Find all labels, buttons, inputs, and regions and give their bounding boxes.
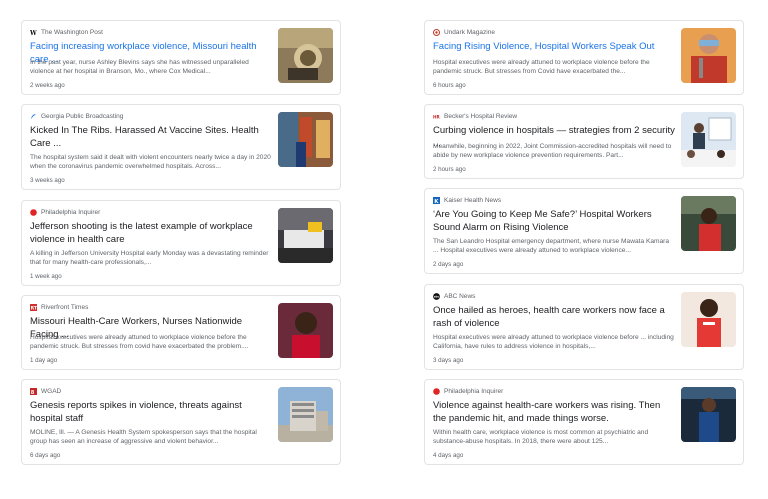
source-row: HR Becker's Hospital Review	[433, 113, 517, 120]
article-thumbnail[interactable]	[278, 387, 333, 442]
svg-text:W: W	[30, 30, 37, 36]
news-card[interactable]: RT Riverfront Times Missouri Health-Care…	[21, 295, 341, 370]
snippet: In the past year, nurse Ashley Blevins s…	[30, 59, 249, 75]
news-card[interactable]: Philadelphia Inquirer Jefferson shooting…	[21, 200, 341, 286]
published-time: 6 days ago	[30, 452, 61, 459]
source-name: Philadelphia Inquirer	[41, 209, 101, 216]
source-row: K Kaiser Health News	[433, 197, 502, 205]
article-thumbnail[interactable]	[681, 28, 736, 83]
headline-link[interactable]: Facing Rising Violence, Hospital Workers…	[433, 41, 675, 54]
published-time: 6 hours ago	[433, 82, 466, 89]
published-time: 3 weeks ago	[30, 177, 65, 184]
svg-text:abc: abc	[434, 295, 440, 299]
source-name: ABC News	[444, 293, 476, 300]
source-name: Undark Magazine	[444, 29, 495, 36]
news-card[interactable]: Georgia Public Broadcasting Kicked In Th…	[21, 104, 341, 190]
source-row: Georgia Public Broadcasting	[30, 113, 123, 120]
article-thumbnail[interactable]	[681, 292, 736, 347]
source-name: Becker's Hospital Review	[444, 113, 518, 120]
snippet: The hospital system said it dealt with v…	[30, 154, 271, 170]
snippet: Meanwhile, beginning in 2022, Joint Comm…	[433, 143, 672, 159]
philadelphia-inquirer-logo-icon	[30, 209, 37, 216]
source-name: Georgia Public Broadcasting	[41, 113, 124, 120]
published-time: 2 days ago	[433, 261, 464, 268]
published-time: 2 weeks ago	[30, 82, 65, 89]
beckers-logo-icon: HR	[433, 113, 441, 120]
source-name: Philadelphia Inquirer	[444, 388, 504, 395]
source-name: Riverfront Times	[41, 304, 89, 311]
published-time: 1 week ago	[30, 273, 62, 280]
news-card[interactable]: HR Becker's Hospital Review Curbing viol…	[424, 104, 744, 179]
article-thumbnail[interactable]	[278, 28, 333, 83]
headline-link[interactable]: Violence against health-care workers was…	[433, 400, 675, 425]
snippet: A killing in Jefferson University Hospit…	[30, 250, 269, 266]
article-thumbnail[interactable]	[278, 112, 333, 167]
washington-post-logo-icon: W	[29, 29, 37, 37]
headline-link[interactable]: Jefferson shooting is the latest example…	[30, 221, 272, 246]
abc-news-logo-icon: abc	[433, 293, 440, 300]
snippet: Hospital executives were already attuned…	[433, 59, 650, 75]
snippet: Hospital executives were already attuned…	[433, 334, 674, 350]
snippet: Within health care, workplace violence i…	[433, 429, 649, 445]
news-card[interactable]: Philadelphia Inquirer Violence against h…	[424, 379, 744, 465]
snippet: The San Leandro Hospital emergency depar…	[433, 238, 670, 254]
article-thumbnail[interactable]	[278, 303, 333, 358]
news-card[interactable]: K Kaiser Health News ‘Are You Going to K…	[424, 188, 744, 274]
news-card[interactable]: W The Washington Post Facing increasing …	[21, 20, 341, 95]
headline-link[interactable]: Genesis reports spikes in violence, thre…	[30, 400, 272, 425]
headline-link[interactable]: ‘Are You Going to Keep Me Safe?’ Hospita…	[433, 209, 675, 234]
source-row: W The Washington Post	[29, 29, 103, 37]
wqad-logo-icon: 8	[30, 388, 37, 396]
philadelphia-inquirer-logo-icon	[433, 388, 440, 395]
gpb-logo-icon	[30, 113, 37, 120]
headline-link[interactable]: Once hailed as heroes, health care worke…	[433, 305, 675, 330]
news-card[interactable]: Undark Magazine Facing Rising Violence, …	[424, 20, 744, 95]
source-row: RT Riverfront Times	[30, 304, 89, 312]
riverfront-times-logo-icon: RT	[30, 304, 38, 312]
article-thumbnail[interactable]	[681, 196, 736, 251]
news-card[interactable]: abc ABC News Once hailed as heroes, heal…	[424, 284, 744, 370]
source-name: WGAD	[41, 388, 62, 395]
article-thumbnail[interactable]	[278, 208, 333, 263]
published-time: 2 hours ago	[433, 166, 466, 173]
source-name: Kaiser Health News	[444, 197, 502, 204]
snippet: MOLINE, Ill. — A Genesis Health System s…	[30, 429, 257, 445]
news-card[interactable]: 8 WGAD Genesis reports spikes in violenc…	[21, 379, 341, 465]
article-thumbnail[interactable]	[681, 112, 736, 167]
source-row: 8 WGAD	[30, 388, 62, 396]
svg-text:K: K	[434, 199, 439, 204]
published-time: 3 days ago	[433, 357, 464, 364]
svg-text:RT: RT	[31, 306, 37, 311]
kaiser-health-news-logo-icon: K	[433, 197, 440, 205]
source-name: The Washington Post	[41, 29, 103, 36]
source-row: Undark Magazine	[433, 29, 495, 36]
published-time: 4 days ago	[433, 452, 464, 459]
svg-text:HR: HR	[433, 115, 440, 120]
source-row: abc ABC News	[433, 293, 475, 300]
published-time: 1 day ago	[30, 357, 58, 364]
undark-logo-icon	[433, 29, 440, 36]
article-thumbnail[interactable]	[681, 387, 736, 442]
source-row: Philadelphia Inquirer	[30, 209, 100, 216]
svg-text:8: 8	[31, 390, 35, 395]
source-row: Philadelphia Inquirer	[433, 388, 503, 395]
headline-link[interactable]: Kicked In The Ribs. Harassed At Vaccine …	[30, 125, 272, 150]
snippet: Hospital executives were already attuned…	[30, 334, 249, 350]
